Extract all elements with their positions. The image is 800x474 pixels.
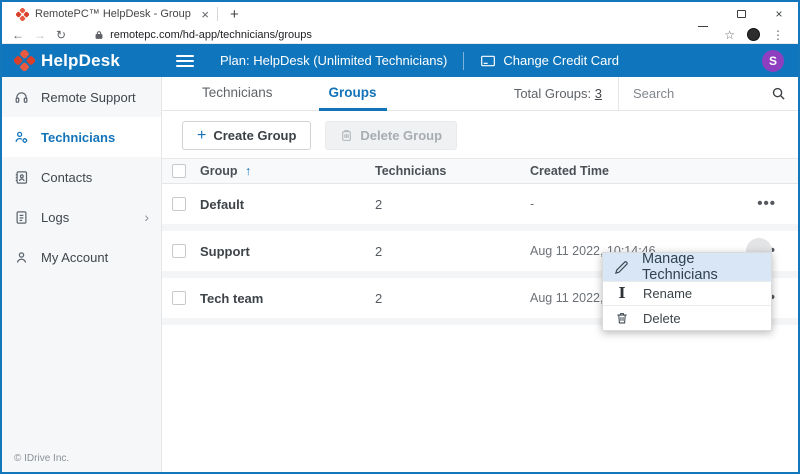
technician-count: 2 xyxy=(375,197,530,212)
sidebar-item-logs[interactable]: Logs › xyxy=(2,197,161,237)
back-icon[interactable]: ← xyxy=(12,26,24,44)
sidebar-item-label: Technicians xyxy=(41,130,115,145)
maximize-button[interactable] xyxy=(722,2,760,26)
helpdesk-logo: HelpDesk xyxy=(2,50,162,71)
technicians-icon xyxy=(14,130,29,145)
tab-technicians[interactable]: Technicians xyxy=(196,77,279,111)
navbar-right: ☆ ⋮ xyxy=(724,26,788,44)
total-groups-label: Total Groups: xyxy=(514,86,591,101)
pen-icon xyxy=(613,259,630,276)
delete-group-label: Delete Group xyxy=(360,128,442,143)
technician-count: 2 xyxy=(375,291,530,306)
sidebar-item-label: My Account xyxy=(41,250,108,265)
search-input[interactable] xyxy=(633,86,763,101)
window-controls: × xyxy=(684,2,798,26)
bookmark-star-icon[interactable]: ☆ xyxy=(724,26,735,44)
url-text: remotepc.com/hd-app/technicians/groups xyxy=(110,29,312,41)
column-header-group[interactable]: Group ↑ xyxy=(200,164,375,178)
total-groups-count: 3 xyxy=(595,86,602,101)
browser-window: RemotePC™ HelpDesk - Groups × + × ← → ↻ … xyxy=(0,0,800,474)
row-menu-ellipsis-icon[interactable]: ••• xyxy=(757,199,776,209)
menu-item-manage-technicians[interactable]: Manage Technicians xyxy=(603,253,771,282)
user-icon xyxy=(14,250,29,265)
search-box xyxy=(633,86,798,101)
group-name: Default xyxy=(200,197,375,212)
group-name: Tech team xyxy=(200,291,375,306)
plan-label: Plan: HelpDesk (Unlimited Technicians) xyxy=(220,53,447,68)
group-name: Support xyxy=(200,244,375,259)
sidebar-item-label: Remote Support xyxy=(41,90,136,105)
close-window-button[interactable]: × xyxy=(760,2,798,26)
menu-item-label: Manage Technicians xyxy=(642,251,761,283)
chevron-right-icon: › xyxy=(144,209,149,225)
helpdesk-logo-icon xyxy=(14,50,35,71)
row-context-menu: Manage Technicians I Rename Delete xyxy=(602,252,772,331)
group-actions: + Create Group Delete Group xyxy=(162,111,798,158)
user-avatar[interactable]: S xyxy=(762,50,784,72)
chrome-profile-icon[interactable] xyxy=(747,28,760,41)
app-header: HelpDesk Plan: HelpDesk (Unlimited Techn… xyxy=(2,44,798,77)
reload-icon[interactable]: ↻ xyxy=(56,26,66,44)
row-checkbox[interactable] xyxy=(172,197,186,211)
menu-item-label: Delete xyxy=(643,311,681,326)
page-tabs: Technicians Groups Total Groups: 3 xyxy=(162,77,798,111)
menu-icon[interactable] xyxy=(176,52,194,70)
created-time: - xyxy=(530,197,730,211)
delete-group-button[interactable]: Delete Group xyxy=(325,121,457,150)
brand-name: HelpDesk xyxy=(41,51,120,71)
sidebar-item-contacts[interactable]: Contacts xyxy=(2,157,161,197)
sidebar-item-label: Contacts xyxy=(41,170,92,185)
headset-icon xyxy=(14,90,29,105)
tab-title: RemotePC™ HelpDesk - Groups xyxy=(35,8,191,20)
new-tab-button[interactable]: + xyxy=(218,6,251,23)
browser-tab[interactable]: RemotePC™ HelpDesk - Groups × xyxy=(2,2,217,26)
lock-icon xyxy=(94,30,104,40)
table-row[interactable]: Default 2 - ••• xyxy=(162,184,798,224)
helpdesk-favicon xyxy=(16,8,29,21)
column-header-technicians: Technicians xyxy=(375,164,530,178)
tab-close-icon[interactable]: × xyxy=(201,7,209,22)
change-credit-card-label: Change Credit Card xyxy=(503,53,619,68)
menu-item-label: Rename xyxy=(643,286,692,301)
search-icon[interactable] xyxy=(771,86,786,101)
sidebar: Remote Support Technicians xyxy=(2,77,162,472)
credit-card-icon xyxy=(480,53,496,69)
create-group-button[interactable]: + Create Group xyxy=(182,121,311,150)
select-all-checkbox[interactable] xyxy=(172,164,186,178)
menu-item-rename[interactable]: I Rename xyxy=(603,282,771,306)
header-divider xyxy=(463,52,464,70)
sidebar-item-technicians[interactable]: Technicians xyxy=(2,117,161,157)
trash-icon xyxy=(340,129,353,142)
browser-tabstrip: RemotePC™ HelpDesk - Groups × + × xyxy=(2,2,798,26)
tab-groups[interactable]: Groups xyxy=(323,77,383,111)
sidebar-item-my-account[interactable]: My Account xyxy=(2,237,161,277)
create-group-label: Create Group xyxy=(213,128,296,143)
text-cursor-icon: I xyxy=(613,286,631,301)
total-groups: Total Groups: 3 xyxy=(514,86,602,101)
plus-icon: + xyxy=(197,127,206,145)
row-checkbox[interactable] xyxy=(172,291,186,305)
sort-asc-icon: ↑ xyxy=(245,164,251,178)
browser-navbar: ← → ↻ remotepc.com/hd-app/technicians/gr… xyxy=(2,26,798,44)
row-checkbox[interactable] xyxy=(172,244,186,258)
change-credit-card-button[interactable]: Change Credit Card xyxy=(480,53,619,69)
menu-item-delete[interactable]: Delete xyxy=(603,306,771,330)
browser-menu-icon[interactable]: ⋮ xyxy=(772,26,784,44)
row-spacer xyxy=(162,224,798,231)
copyright: © IDrive Inc. xyxy=(14,453,69,464)
forward-icon[interactable]: → xyxy=(34,26,46,44)
contacts-icon xyxy=(14,170,29,185)
sidebar-item-label: Logs xyxy=(41,210,69,225)
column-header-created-time: Created Time xyxy=(530,164,730,178)
technician-count: 2 xyxy=(375,244,530,259)
sidebar-item-remote-support[interactable]: Remote Support xyxy=(2,77,161,117)
trash-icon xyxy=(613,311,631,325)
toolbar-divider xyxy=(618,77,619,111)
table-header: Group ↑ Technicians Created Time xyxy=(162,158,798,184)
logs-icon xyxy=(14,210,29,225)
address-bar[interactable]: remotepc.com/hd-app/technicians/groups xyxy=(76,29,714,41)
